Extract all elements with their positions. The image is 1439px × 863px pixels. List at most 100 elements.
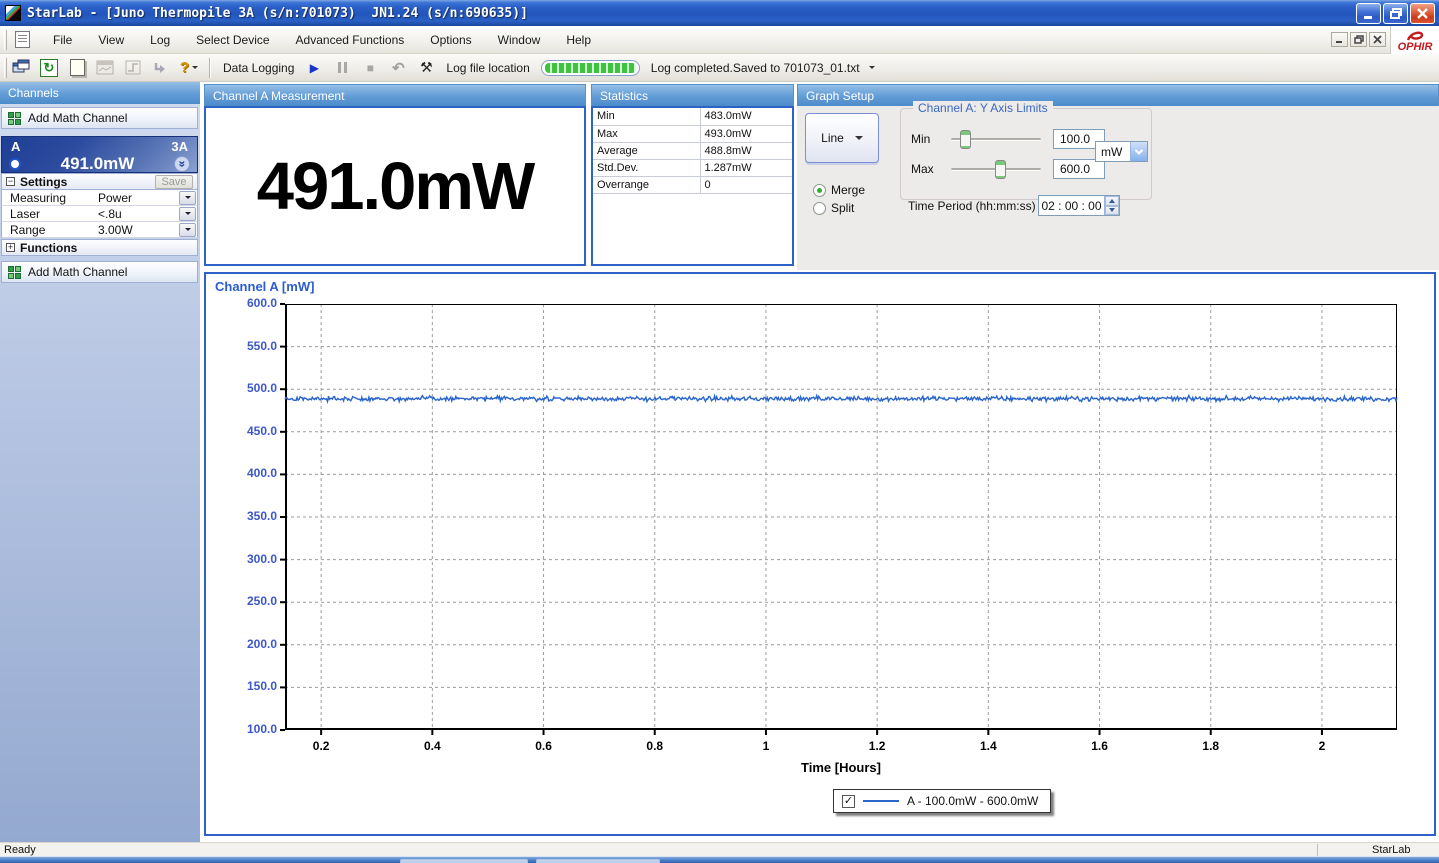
combobox-arrow-button[interactable]: [1130, 142, 1147, 161]
functions-section-header[interactable]: + Functions: [1, 239, 198, 256]
spin-down-button[interactable]: [1105, 206, 1119, 216]
collapse-icon[interactable]: −: [6, 177, 15, 186]
taskbar-button-edge: [536, 859, 660, 863]
minimize-button[interactable]: [1356, 3, 1381, 24]
menu-select-device[interactable]: Select Device: [183, 30, 282, 50]
notes-button[interactable]: [64, 56, 90, 79]
merge-radio-row[interactable]: Merge: [813, 183, 865, 197]
graph-type-dropdown[interactable]: Line: [805, 113, 879, 163]
measurement-panel-header: Channel A Measurement: [204, 84, 586, 106]
y-min-slider-thumb[interactable]: [960, 130, 971, 149]
laser-dropdown-button[interactable]: [179, 207, 196, 221]
y-tick-label: 150.0: [215, 679, 277, 693]
chart-title: Channel A [mW]: [215, 279, 314, 294]
math-channel-icon: [8, 266, 21, 279]
y-tick-label: 250.0: [215, 594, 277, 608]
status-app-name: StarLab: [1372, 844, 1411, 856]
y-max-input[interactable]: 600.0: [1053, 159, 1105, 179]
log-reset-button: ↶: [385, 56, 411, 79]
split-radio[interactable]: [813, 202, 826, 215]
y-max-slider[interactable]: [951, 168, 1041, 171]
y-max-slider-thumb[interactable]: [995, 160, 1006, 179]
legend-line-swatch: [863, 800, 899, 802]
toolbar-separator: [209, 58, 211, 78]
graph-setup-header: Graph Setup: [797, 84, 1439, 106]
close-button[interactable]: [1410, 3, 1435, 24]
y-min-slider[interactable]: [951, 138, 1041, 141]
expand-icon[interactable]: +: [6, 243, 15, 252]
pulse-view-button-disabled: [120, 56, 146, 79]
measurement-value: 491.0mW: [206, 108, 584, 264]
taskbar-edge: [0, 856, 1439, 863]
menu-file[interactable]: File: [40, 30, 85, 50]
log-play-button[interactable]: ▶: [301, 56, 327, 79]
help-button[interactable]: ?: [176, 56, 202, 79]
time-period-label: Time Period (hh:mm:ss): [908, 199, 1036, 213]
merge-radio[interactable]: [813, 184, 826, 197]
chevron-down-icon: [1135, 146, 1143, 154]
toolbar-grip[interactable]: [4, 30, 7, 50]
log-setup-button[interactable]: ⚒: [413, 56, 439, 79]
menu-log[interactable]: Log: [137, 30, 183, 50]
log-status-text: Log completed.Saved to 701073_01.txt: [651, 61, 860, 75]
time-period-spinner[interactable]: 02 : 00 : 00: [1038, 195, 1120, 216]
dropdown-caret-icon: [192, 66, 198, 69]
menu-help[interactable]: Help: [553, 30, 604, 50]
statistics-table: Min483.0mW Max493.0mW Average488.8mW Std…: [593, 108, 792, 194]
restore-button[interactable]: [1383, 3, 1408, 24]
y-tick-label: 500.0: [215, 381, 277, 395]
starlab-window: StarLab - [Juno Thermopile 3A (s/n:70107…: [0, 0, 1439, 863]
stop-icon: ■: [367, 61, 374, 75]
setting-row-range: Range 3.00W: [1, 222, 198, 238]
mdi-close-button[interactable]: [1369, 32, 1386, 47]
split-radio-row[interactable]: Split: [813, 201, 854, 215]
settings-rows: Measuring Power Laser <.8u Range 3.00W: [1, 190, 198, 238]
app-icon[interactable]: [5, 5, 21, 21]
undo-icon: ↶: [392, 59, 405, 77]
add-math-channel-button[interactable]: Add Math Channel: [1, 107, 198, 129]
toolbar-grip-2[interactable]: [4, 58, 7, 78]
measuring-dropdown-button[interactable]: [179, 191, 196, 205]
channel-a-card[interactable]: A 3A 491.0mW »: [1, 136, 198, 173]
chart-legend[interactable]: ✓ A - 100.0mW - 600.0mW: [833, 789, 1051, 813]
mdi-restore-button[interactable]: [1350, 32, 1367, 47]
menu-options[interactable]: Options: [417, 30, 484, 50]
table-row: Std.Dev.1.287mW: [593, 159, 792, 176]
log-progress-bar: [541, 60, 640, 76]
export-button-disabled: [148, 56, 174, 79]
log-progress-fill: [545, 63, 636, 73]
spin-up-button[interactable]: [1105, 196, 1119, 206]
y-tick-label: 350.0: [215, 509, 277, 523]
unit-combobox[interactable]: mW: [1095, 141, 1148, 162]
menu-view[interactable]: View: [85, 30, 137, 50]
save-button: Save: [155, 175, 193, 189]
settings-section-header[interactable]: − Settings Save: [1, 173, 198, 190]
notepad-icon: [70, 59, 85, 76]
channel-value: 491.0mW: [21, 154, 174, 174]
pause-icon: [338, 62, 347, 73]
legend-label: A - 100.0mW - 600.0mW: [907, 794, 1038, 808]
y-tick-label: 200.0: [215, 637, 277, 651]
status-text: Ready: [4, 844, 36, 856]
menu-advanced-functions[interactable]: Advanced Functions: [283, 30, 418, 50]
channels-header: Channels: [0, 82, 200, 104]
chart-plot: [285, 304, 1397, 730]
dropdown-caret-icon: [855, 136, 863, 140]
channel-select-radio[interactable]: [9, 158, 21, 170]
log-status-caret-icon[interactable]: [869, 66, 875, 69]
window-title: StarLab - [Juno Thermopile 3A (s/n:70107…: [27, 6, 528, 21]
select-device-button[interactable]: [8, 56, 34, 79]
restart-button[interactable]: ↻: [36, 56, 62, 79]
legend-checkbox[interactable]: ✓: [842, 795, 855, 808]
channels-sidebar: Channels Add Math Channel A 3A 491.0mW »…: [0, 82, 200, 842]
x-tick-label: 0.4: [408, 739, 456, 753]
add-math-channel-button-2[interactable]: Add Math Channel: [1, 261, 198, 283]
sensor-name: 3A: [171, 139, 188, 154]
chart-panel: Channel A [mW] Time [Hours] ✓ A - 100.0m…: [204, 272, 1436, 836]
range-dropdown-button[interactable]: [179, 223, 196, 237]
y-tick-label: 300.0: [215, 552, 277, 566]
tools-icon: ⚒: [420, 59, 433, 76]
collapse-channel-button[interactable]: »: [174, 156, 190, 172]
menu-window[interactable]: Window: [485, 30, 554, 50]
mdi-minimize-button[interactable]: [1331, 32, 1348, 47]
